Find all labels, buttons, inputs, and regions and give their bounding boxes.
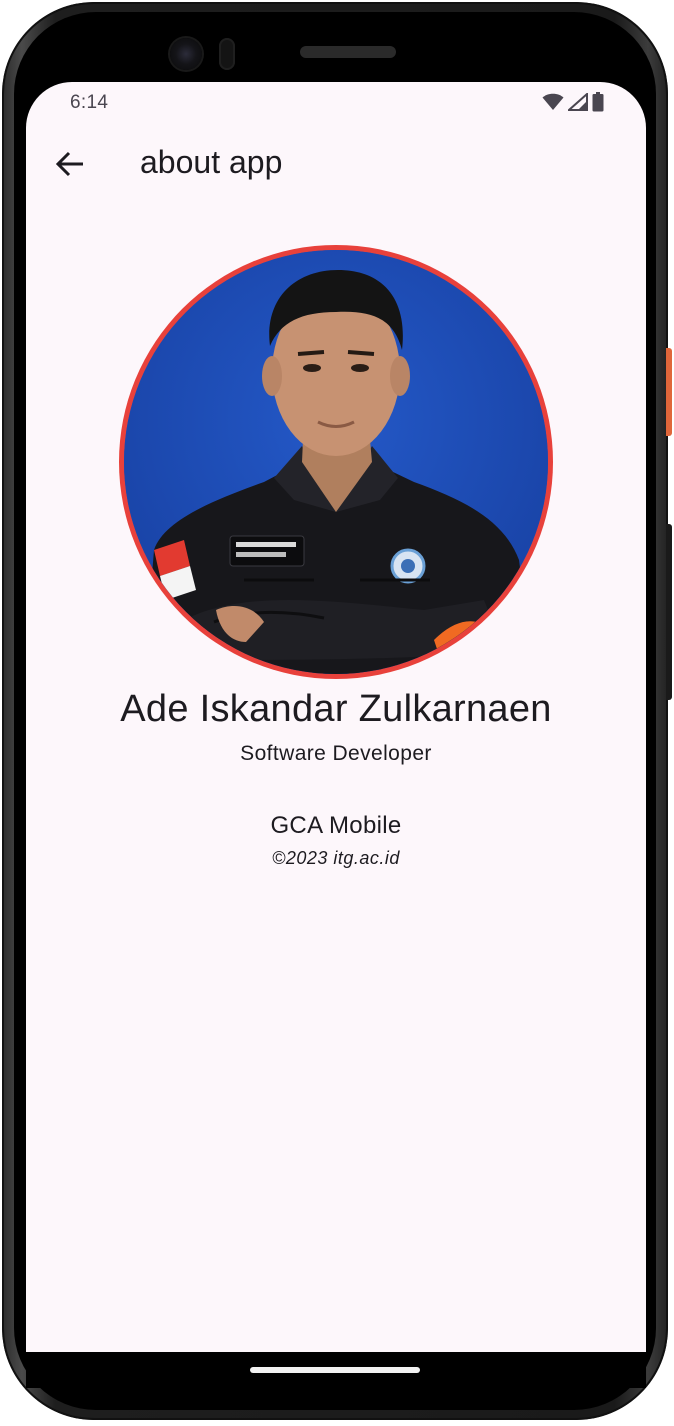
device-frame: 6:14 about app Ade Iskandar Zulkarnaen S… [0, 0, 674, 1426]
front-camera-icon [170, 38, 202, 70]
page-title: about app [140, 144, 283, 180]
app-name: GCA Mobile [270, 812, 402, 839]
cell-signal-icon [568, 93, 588, 111]
wifi-icon [542, 93, 564, 110]
back-button[interactable] [48, 142, 92, 186]
battery-icon [592, 92, 604, 112]
app-screen: 6:14 about app Ade Iskandar Zulkarnaen S… [26, 82, 646, 1352]
earpiece-speaker [300, 46, 396, 58]
profile-role: Software Developer [240, 742, 432, 765]
profile-photo-ring [119, 245, 553, 679]
status-icons [542, 92, 604, 112]
home-gesture-handle[interactable] [250, 1367, 420, 1373]
status-time: 6:14 [70, 92, 109, 113]
profile-name: Ade Iskandar Zulkarnaen [120, 688, 552, 730]
proximity-sensor [219, 38, 235, 70]
profile-photo [124, 250, 548, 674]
status-bar: 6:14 [26, 82, 646, 122]
copyright-text: ©2023 itg.ac.id [272, 848, 400, 868]
person-portrait-icon [124, 250, 548, 674]
volume-button[interactable] [666, 524, 672, 700]
top-app-bar: about app [26, 124, 646, 204]
arrow-back-icon [56, 151, 83, 177]
power-button[interactable] [666, 348, 672, 436]
system-navigation-bar [26, 1352, 646, 1388]
